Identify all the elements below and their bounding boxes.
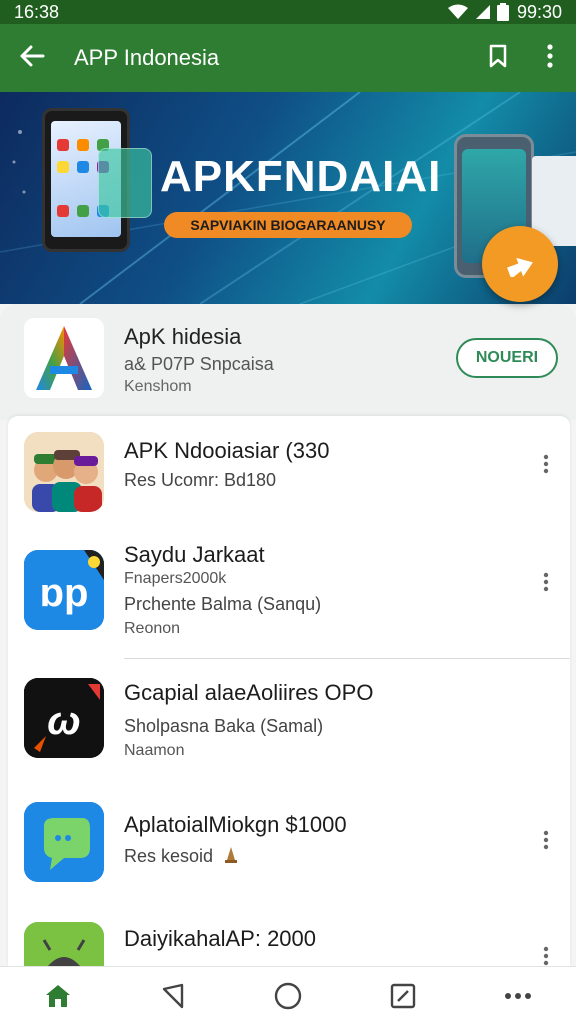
item-more-button[interactable] — [538, 828, 554, 852]
item-more-button[interactable] — [538, 944, 554, 966]
list-item[interactable]: DaiyikahalAP: 2000 — [8, 912, 570, 966]
more-vert-icon — [543, 454, 549, 474]
more-vert-icon — [547, 43, 553, 73]
circle-home-icon — [274, 982, 302, 1009]
nav-edit-button[interactable] — [375, 968, 431, 1024]
battery-icon — [496, 3, 509, 21]
status-right-time: 99:30 — [516, 1, 562, 22]
people-avatars-icon — [24, 432, 104, 512]
install-button[interactable]: NOUERI — [456, 338, 558, 378]
back-arrow-icon — [19, 45, 45, 72]
app-name: AplatoialMiokgn $1000 — [124, 812, 347, 837]
item-more-button[interactable] — [538, 452, 554, 476]
nav-circle-button[interactable] — [260, 968, 316, 1024]
bottom-navigation — [0, 966, 576, 1024]
more-vert-icon — [543, 572, 549, 592]
featured-app-subtitle: a& P07P Snpcaisa — [124, 354, 274, 374]
list-item[interactable]: APK Ndooiasiar (330 Res Ucomr: Bd180 — [8, 416, 570, 546]
share-fab-button[interactable] — [482, 226, 558, 302]
app-name: DaiyikahalAP: 2000 — [124, 926, 317, 951]
app-list: APK Ndooiasiar (330 Res Ucomr: Bd180 ɒp … — [8, 416, 570, 966]
app-name: APK Ndooiasiar (330 — [124, 438, 330, 463]
chat-bubble-icon — [24, 802, 104, 882]
featured-app-card[interactable]: ApK hidesia a& P07P Snpcaisa Kenshom NOU… — [0, 304, 576, 420]
app-bar: APP Indonesia — [0, 24, 576, 92]
nav-back-button[interactable] — [145, 968, 201, 1024]
home-icon — [45, 984, 70, 1007]
bookmark-button[interactable] — [472, 24, 524, 92]
badge-icon — [222, 846, 240, 869]
featured-app-developer: Kenshom — [124, 378, 192, 395]
more-horiz-icon — [505, 992, 532, 999]
app-meta: Res kesoid — [124, 846, 214, 866]
more-vert-icon — [543, 830, 549, 850]
svg-text:ɒp: ɒp — [40, 571, 89, 615]
svg-text:ω: ω — [47, 699, 80, 743]
status-bar: 16:38 99:30 — [0, 0, 576, 24]
app-meta: Res Ucomr: Bd180 — [124, 470, 277, 490]
edit-square-icon — [390, 983, 416, 1008]
floating-card-graphic — [98, 148, 152, 218]
back-triangle-icon — [162, 983, 183, 1008]
signal-icon — [475, 4, 491, 20]
app-meta: Prchente Balma (Sanqu) — [124, 594, 322, 614]
more-options-button[interactable] — [524, 24, 576, 92]
nav-home-button[interactable] — [30, 968, 86, 1024]
featured-app-name: ApK hidesia — [124, 324, 242, 349]
list-item[interactable]: ɒp Saydu Jarkaat Fnapers2000k Prchente B… — [8, 534, 570, 658]
app-meta: Fnapers2000k — [124, 570, 227, 587]
android-icon — [24, 922, 104, 966]
more-vert-icon — [543, 946, 549, 966]
black-app-logo-icon: ω — [24, 678, 104, 758]
app-meta: Reonon — [124, 620, 181, 637]
app-name: Gcapial alaeAoliires OPO — [124, 680, 374, 705]
list-item[interactable]: AplatoialMiokgn $1000 Res kesoid — [8, 788, 570, 912]
app-name: Saydu Jarkaat — [124, 542, 265, 567]
status-icons — [447, 3, 509, 21]
app-meta: Sholpasna Baka (Samal) — [124, 716, 324, 736]
banner-subtitle: SAPVIAKIN BIOGARAANUSY — [164, 212, 412, 238]
page-title: APP Indonesia — [74, 45, 220, 70]
status-time: 16:38 — [14, 1, 60, 22]
list-item[interactable]: ω Gcapial alaeAoliires OPO Sholpasna Bak… — [8, 660, 570, 784]
apk-logo-icon — [24, 318, 104, 398]
blue-app-logo-icon: ɒp — [24, 550, 104, 630]
list-divider — [124, 658, 570, 659]
bookmark-icon — [488, 44, 508, 73]
back-button[interactable] — [0, 24, 64, 92]
banner-title: APKFNDAIAI — [160, 152, 442, 201]
item-more-button[interactable] — [538, 570, 554, 594]
app-meta: Naamon — [124, 742, 185, 759]
status-right: 99:30 — [447, 2, 562, 23]
share-arrow-icon — [503, 247, 537, 282]
nav-more-button[interactable] — [490, 968, 546, 1024]
wifi-icon — [447, 4, 469, 20]
